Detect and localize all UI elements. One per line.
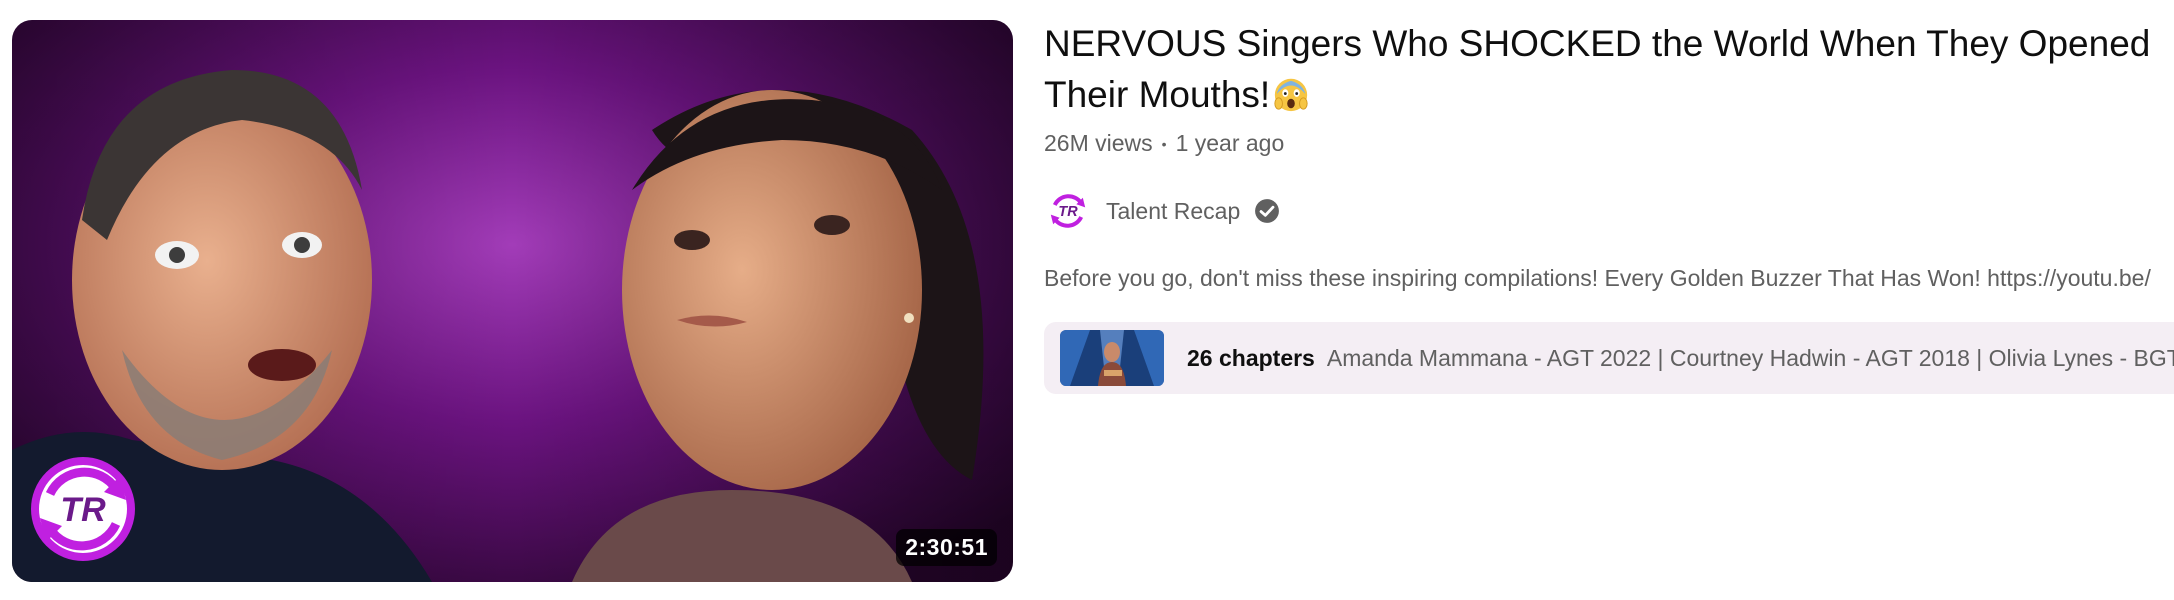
channel-name[interactable]: Talent Recap <box>1106 198 1240 225</box>
video-meta: 26M views • 1 year ago <box>1044 130 2174 157</box>
chapter-titles-preview: Amanda Mammana - AGT 2022 | Courtney Had… <box>1326 344 2174 371</box>
watermark-logo-text: TR <box>60 491 106 529</box>
chapter-thumbnail[interactable] <box>1060 330 1164 386</box>
chapter-thumbnail-image <box>1060 330 1164 386</box>
video-result-row[interactable]: TR 2:30:51 NERVOUS Singers Who SHOCKED t… <box>0 0 2174 600</box>
upload-age: 1 year ago <box>1175 130 1285 156</box>
avatar-logo-text: TR <box>1058 204 1078 220</box>
channel-avatar[interactable]: TR <box>1044 187 1092 235</box>
meta-separator: • <box>1161 135 1167 152</box>
video-thumbnail[interactable]: TR 2:30:51 <box>12 20 1013 582</box>
channel-link[interactable]: TR Talent Recap <box>1044 187 2174 235</box>
verified-check-icon <box>1255 199 1280 223</box>
video-title: NERVOUS Singers Who SHOCKED the World Wh… <box>1044 23 2151 115</box>
face-screaming-in-fear-icon <box>1274 78 1308 112</box>
talent-recap-logo-icon: TR <box>1048 191 1088 231</box>
chapter-count: 26 chapters <box>1187 344 1315 371</box>
chapters-bar[interactable]: 26 chapters Amanda Mammana - AGT 2022 | … <box>1044 322 2174 394</box>
view-count: 26M views <box>1044 130 1153 156</box>
video-title-link[interactable]: NERVOUS Singers Who SHOCKED the World Wh… <box>1044 18 2164 120</box>
duration-badge: 2:30:51 <box>896 529 997 566</box>
video-details: NERVOUS Singers Who SHOCKED the World Wh… <box>1044 18 2174 394</box>
talent-recap-watermark-icon: TR <box>31 457 135 561</box>
video-description-snippet: Before you go, don't miss these inspirin… <box>1044 265 2151 291</box>
thumbnail-image <box>12 20 1013 582</box>
